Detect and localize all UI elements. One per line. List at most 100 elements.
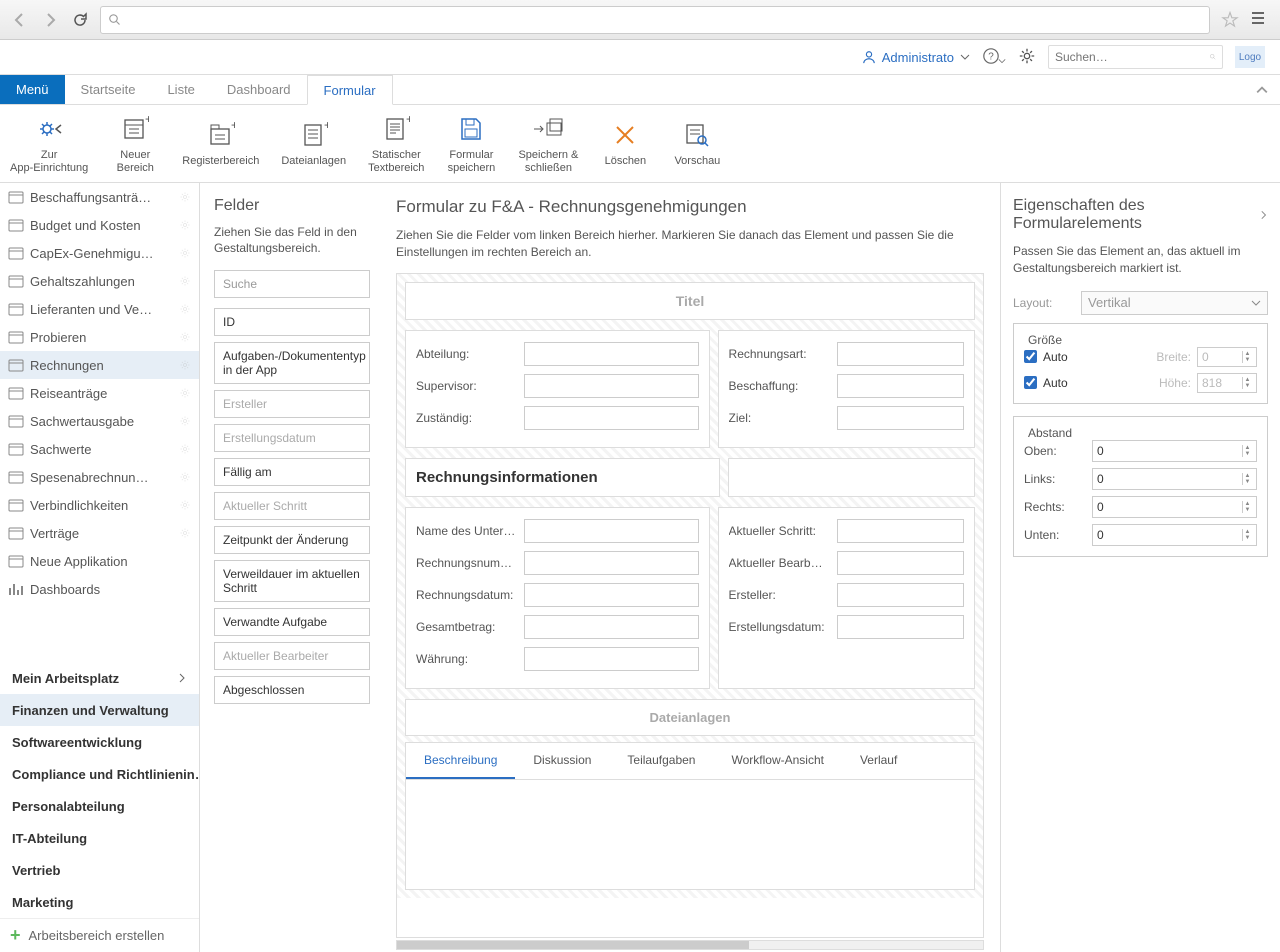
- tab-liste[interactable]: Liste: [151, 75, 210, 104]
- user-menu[interactable]: Administrato: [862, 50, 970, 65]
- form-input[interactable]: [837, 374, 964, 398]
- canvas-tab[interactable]: Verlauf: [842, 743, 915, 779]
- form-input[interactable]: [524, 374, 699, 398]
- sidebar-app-item[interactable]: Verbindlichkeiten: [0, 491, 199, 519]
- form-input[interactable]: [524, 647, 699, 671]
- tab-dashboard[interactable]: Dashboard: [211, 75, 307, 104]
- width-input[interactable]: 0▲▼: [1197, 347, 1257, 367]
- form-line[interactable]: Rechnungsdatum:: [416, 582, 699, 608]
- sidebar-app-item[interactable]: Beschaffungsanträ…: [0, 183, 199, 211]
- forward-button[interactable]: [40, 10, 60, 30]
- fields-search[interactable]: Suche: [214, 270, 370, 298]
- ribbon-delete[interactable]: Löschen: [600, 119, 650, 167]
- field-item[interactable]: Verwandte Aufgabe: [214, 608, 370, 636]
- form-line[interactable]: Ersteller:: [729, 582, 964, 608]
- field-item[interactable]: Fällig am: [214, 458, 370, 486]
- form-line[interactable]: Gesamtbetrag:: [416, 614, 699, 640]
- canvas-tab-content[interactable]: [405, 780, 975, 890]
- canvas-block-2-right[interactable]: Aktueller Schritt: Aktueller Bearbe… Erste…: [718, 507, 975, 689]
- horizontal-scrollbar[interactable]: [396, 940, 984, 950]
- sidebar-section[interactable]: Compliance und Richtlinienin…: [0, 758, 199, 790]
- design-canvas[interactable]: Titel Abteilung:Supervisor:Zuständig: Re…: [397, 274, 983, 898]
- form-line[interactable]: Aktueller Schritt:: [729, 518, 964, 544]
- ribbon-new-area[interactable]: +Neuer Bereich: [110, 113, 160, 173]
- form-line[interactable]: Rechnungsart:: [729, 341, 964, 367]
- sidebar-app-item[interactable]: Probieren: [0, 323, 199, 351]
- bookmark-icon[interactable]: [1220, 10, 1240, 30]
- form-line[interactable]: Rechnungsnum…: [416, 550, 699, 576]
- field-item[interactable]: ID: [214, 308, 370, 336]
- canvas-tab[interactable]: Workflow-Ansicht: [713, 743, 841, 779]
- auto-width-checkbox[interactable]: [1024, 350, 1037, 363]
- hamburger-icon[interactable]: [1250, 10, 1270, 29]
- section-header-right[interactable]: [728, 458, 975, 497]
- sidebar-app-item[interactable]: Gehaltszahlungen: [0, 267, 199, 295]
- ribbon-attachments[interactable]: +Dateianlagen: [281, 119, 346, 167]
- collapse-ribbon-button[interactable]: [1244, 75, 1280, 104]
- form-input[interactable]: [837, 342, 964, 366]
- margin-input[interactable]: 0▲▼: [1092, 496, 1257, 518]
- canvas-title[interactable]: Titel: [405, 282, 975, 320]
- field-item[interactable]: Ersteller: [214, 390, 370, 418]
- canvas-block-2-left[interactable]: Name des Unter… Rechnungsnum… Rechnungsdat…: [405, 507, 710, 689]
- layout-select[interactable]: Vertikal: [1081, 291, 1268, 315]
- field-item[interactable]: Zeitpunkt der Änderung: [214, 526, 370, 554]
- sidebar-app-item[interactable]: Budget und Kosten: [0, 211, 199, 239]
- sidebar-section[interactable]: Mein Arbeitsplatz: [0, 662, 199, 694]
- form-input[interactable]: [524, 519, 699, 543]
- canvas-attachments[interactable]: Dateianlagen: [405, 699, 975, 736]
- sidebar-app-item[interactable]: Lieferanten und Ve…: [0, 295, 199, 323]
- sidebar-app-item[interactable]: Rechnungen: [0, 351, 199, 379]
- form-input[interactable]: [837, 406, 964, 430]
- form-input[interactable]: [837, 519, 964, 543]
- margin-input[interactable]: 0▲▼: [1092, 440, 1257, 462]
- field-item[interactable]: Abgeschlossen: [214, 676, 370, 704]
- sidebar-section[interactable]: Marketing: [0, 886, 199, 918]
- form-line[interactable]: Währung:: [416, 646, 699, 672]
- menu-button[interactable]: Menü: [0, 75, 65, 104]
- margin-input[interactable]: 0▲▼: [1092, 524, 1257, 546]
- global-search-input[interactable]: [1055, 50, 1210, 64]
- canvas-block-1-right[interactable]: Rechnungsart:Beschaffung:Ziel:: [718, 330, 975, 448]
- ribbon-preview[interactable]: Vorschau: [672, 119, 722, 167]
- ribbon-static-text[interactable]: +Statischer Textbereich: [368, 113, 424, 173]
- global-search[interactable]: [1048, 45, 1223, 69]
- ribbon-tab-area[interactable]: +Registerbereich: [182, 119, 259, 167]
- form-line[interactable]: Ziel:: [729, 405, 964, 431]
- sidebar-app-item[interactable]: Reiseanträge: [0, 379, 199, 407]
- settings-button[interactable]: [1018, 47, 1036, 68]
- sidebar-app-item[interactable]: CapEx-Genehmigu…: [0, 239, 199, 267]
- form-input[interactable]: [524, 406, 699, 430]
- form-input[interactable]: [837, 615, 964, 639]
- sidebar-section[interactable]: Finanzen und Verwaltung: [0, 694, 199, 726]
- reload-button[interactable]: [70, 10, 90, 30]
- margin-input[interactable]: 0▲▼: [1092, 468, 1257, 490]
- field-item[interactable]: Aktueller Bearbeiter: [214, 642, 370, 670]
- sidebar-section[interactable]: Personalabteilung: [0, 790, 199, 822]
- canvas-block-1-left[interactable]: Abteilung:Supervisor:Zuständig:: [405, 330, 710, 448]
- form-input[interactable]: [837, 551, 964, 575]
- form-input[interactable]: [524, 342, 699, 366]
- form-line[interactable]: Erstellungsdatum:: [729, 614, 964, 640]
- field-item[interactable]: Erstellungsdatum: [214, 424, 370, 452]
- height-input[interactable]: 818▲▼: [1197, 373, 1257, 393]
- form-input[interactable]: [524, 615, 699, 639]
- url-bar[interactable]: [100, 6, 1210, 34]
- ribbon-app-setup[interactable]: Zur App-Einrichtung: [10, 113, 88, 173]
- form-input[interactable]: [524, 583, 699, 607]
- ribbon-save-form[interactable]: Formular speichern: [446, 113, 496, 173]
- form-line[interactable]: Zuständig:: [416, 405, 699, 431]
- chevron-right-icon[interactable]: [1259, 210, 1268, 220]
- create-workspace[interactable]: + Arbeitsbereich erstellen: [0, 918, 199, 952]
- form-line[interactable]: Aktueller Bearbe…: [729, 550, 964, 576]
- section-header[interactable]: Rechnungsinformationen: [405, 458, 720, 497]
- sidebar-app-item[interactable]: Spesenabrechnun…: [0, 463, 199, 491]
- help-button[interactable]: ?: [982, 47, 1006, 68]
- canvas-tab[interactable]: Teilaufgaben: [609, 743, 713, 779]
- field-item[interactable]: Aufgaben-/Dokumententyp in der App: [214, 342, 370, 384]
- form-input[interactable]: [524, 551, 699, 575]
- form-line[interactable]: Name des Unter…: [416, 518, 699, 544]
- sidebar-section[interactable]: Softwareentwicklung: [0, 726, 199, 758]
- field-item[interactable]: Aktueller Schritt: [214, 492, 370, 520]
- form-line[interactable]: Abteilung:: [416, 341, 699, 367]
